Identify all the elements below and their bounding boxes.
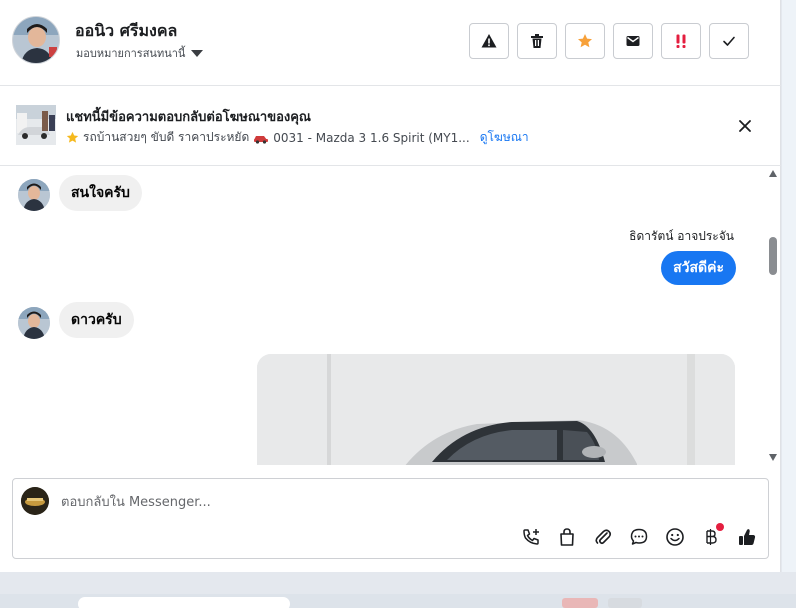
delete-button[interactable]: [517, 23, 557, 59]
warning-icon: [481, 34, 497, 48]
close-icon: [739, 120, 751, 132]
saved-replies-button[interactable]: [625, 523, 653, 551]
close-banner-button[interactable]: [734, 115, 756, 137]
envelope-icon: [626, 36, 640, 46]
call-button[interactable]: [517, 523, 545, 551]
trash-icon: [531, 34, 543, 48]
outgoing-photo-car[interactable]: [257, 354, 735, 465]
chat-bubble-icon: [630, 528, 648, 545]
mark-done-button[interactable]: [709, 23, 749, 59]
scroll-up-arrow-icon[interactable]: [769, 170, 777, 177]
contact-avatar[interactable]: [12, 16, 60, 64]
mark-spam-button[interactable]: [661, 23, 701, 59]
contact-avatar-small[interactable]: [18, 179, 50, 211]
thumbs-up-icon: [739, 529, 756, 545]
page-avatar: [21, 487, 49, 515]
thread-scrollbar[interactable]: [766, 167, 780, 465]
background-strip: [782, 0, 796, 572]
incoming-message[interactable]: สนใจครับ: [59, 175, 142, 211]
taskbar-search[interactable]: [78, 597, 290, 608]
conversation-panel: ออนิว ศรีมงคล มอบหมายการสนทนานี้ แชทนี้ม…: [0, 0, 781, 572]
incoming-message[interactable]: ดาวครับ: [59, 302, 134, 338]
taskbar-app[interactable]: [562, 598, 598, 608]
call-add-icon: [523, 529, 539, 545]
assign-conversation-dropdown[interactable]: มอบหมายการสนทนานี้: [76, 44, 204, 62]
like-button[interactable]: [733, 523, 761, 551]
mark-unread-button[interactable]: [613, 23, 653, 59]
taskbar-app[interactable]: [608, 598, 642, 608]
ad-thumbnail[interactable]: [16, 105, 56, 145]
reply-input[interactable]: [61, 491, 741, 513]
emoji-button[interactable]: [661, 523, 689, 551]
message-sender-name: ธิดารัตน์ อาจประจัน: [629, 229, 734, 243]
scroll-down-arrow-icon[interactable]: [769, 454, 777, 461]
view-ad-link[interactable]: ดูโฆษณา: [480, 128, 529, 147]
check-icon: [723, 36, 735, 46]
notification-dot: [716, 523, 724, 531]
star-button[interactable]: [565, 23, 605, 59]
report-button[interactable]: [469, 23, 509, 59]
outgoing-message[interactable]: สวัสดีค่ะ: [661, 251, 736, 285]
star-emoji-icon: [66, 131, 79, 143]
shop-button[interactable]: [553, 523, 581, 551]
message-thread: สนใจครับ ธิดารัตน์ อาจประจัน สวัสดีค่ะ ด…: [0, 167, 765, 465]
car-emoji-icon: [254, 135, 269, 144]
ad-reply-banner: แชทนี้มีข้อความตอบกลับต่อโฆษณาของคุณ รถบ…: [0, 87, 781, 166]
contact-avatar-small[interactable]: [18, 307, 50, 339]
ad-text: รถบ้านสวยๆ ขับดี ราคาประหยัด: [83, 130, 250, 144]
payment-button[interactable]: [697, 523, 725, 551]
scrollbar-thumb[interactable]: [769, 237, 777, 275]
attach-button[interactable]: [589, 523, 617, 551]
shopping-bag-icon: [560, 528, 574, 546]
contact-name: ออนิว ศรีมงคล: [75, 21, 178, 40]
taskbar: [0, 594, 796, 608]
conversation-header: ออนิว ศรีมงคล มอบหมายการสนทนานี้: [0, 0, 781, 86]
reply-composer: [12, 478, 769, 559]
double-exclamation-icon: [676, 34, 686, 48]
ad-banner-title: แชทนี้มีข้อความตอบกลับต่อโฆษณาของคุณ: [66, 110, 311, 125]
star-icon: [578, 34, 592, 48]
assign-label: มอบหมายการสนทนานี้: [76, 47, 186, 60]
paperclip-icon: [595, 529, 612, 545]
caret-down-icon: [191, 49, 204, 57]
ad-info-line: รถบ้านสวยๆ ขับดี ราคาประหยัด 0031 - Mazd…: [66, 128, 529, 147]
ad-car-model: 0031 - Mazda 3 1.6 Spirit (MY1...: [273, 130, 470, 145]
emoji-icon: [666, 528, 684, 546]
